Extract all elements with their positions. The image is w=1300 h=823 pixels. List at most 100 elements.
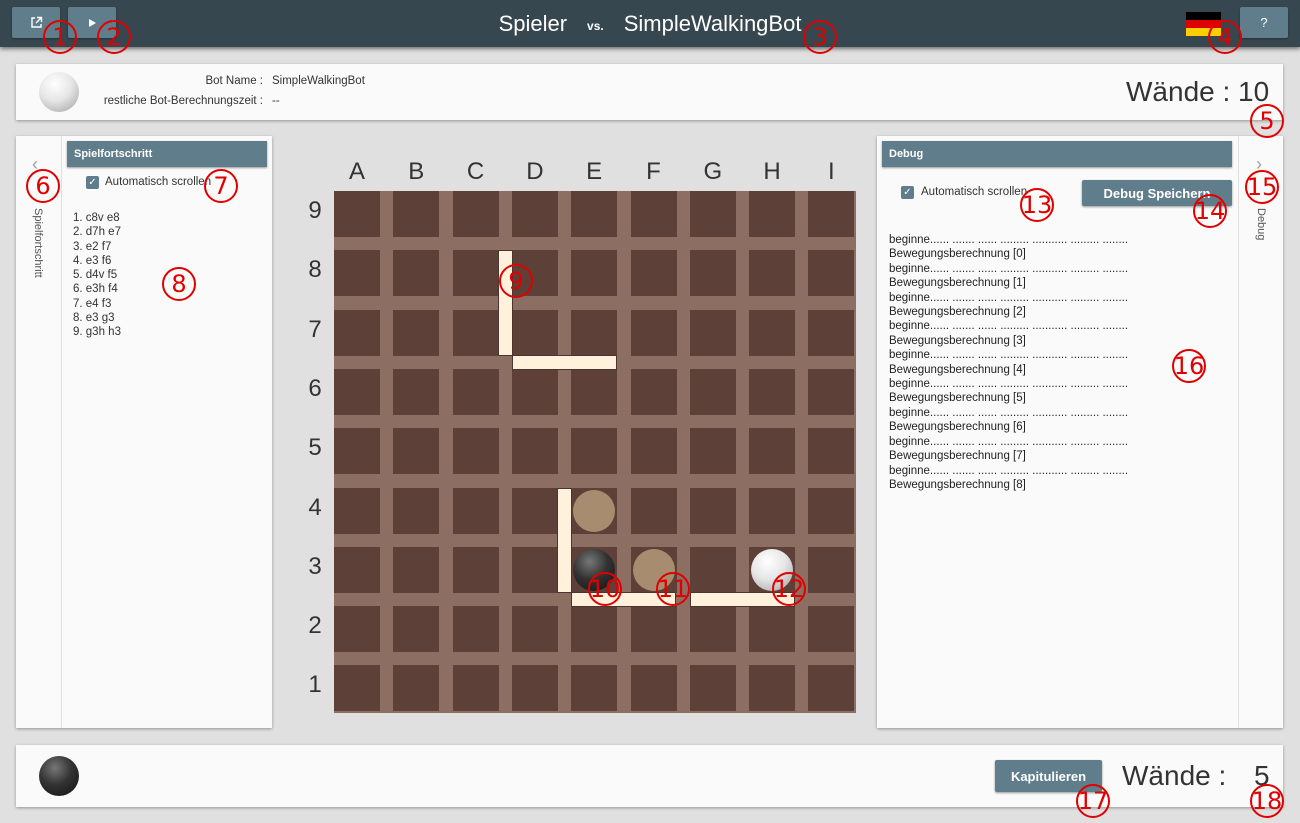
debug-log-line: Bewegungsberechnung [6] [889,421,1026,434]
board-cell-d3[interactable] [511,546,558,593]
board-cell-g9[interactable] [689,191,736,237]
wall-d7h [511,354,618,370]
board-cell-b8[interactable] [393,250,440,297]
board-cell-a8[interactable] [334,250,380,297]
board-cell-a3[interactable] [334,546,380,593]
board-cell-b4[interactable] [393,487,440,534]
board-cell-a1[interactable] [334,665,380,712]
board-cell-h5[interactable] [749,428,796,475]
board-cell-f5[interactable] [630,428,677,475]
debug-log-line: Bewegungsberechnung [0] [889,248,1026,261]
external-link-icon [30,16,42,28]
board-cell-f2[interactable] [630,606,677,653]
board-cell-i7[interactable] [808,309,855,356]
board-cell-f7[interactable] [630,309,677,356]
autoscroll-checkbox-right[interactable]: ✓ [901,186,914,199]
help-button[interactable]: ? [1240,7,1288,38]
board-cell-i8[interactable] [808,250,855,297]
progress-header: Spielfortschritt [67,141,267,167]
board-cell-e9[interactable] [571,191,618,237]
row-label-4: 4 [308,493,322,521]
board-cell-f8[interactable] [630,250,677,297]
board-cell-i5[interactable] [808,428,855,475]
board-cell-i6[interactable] [808,368,855,415]
board-cell-d1[interactable] [511,665,558,712]
row-label-5: 5 [308,434,322,462]
board-cell-h6[interactable] [749,368,796,415]
move-item: 9. g3h h3 [73,326,121,339]
board-cell-d5[interactable] [511,428,558,475]
board-cell-i9[interactable] [808,191,855,237]
board-cell-a4[interactable] [334,487,380,534]
board-cell-b5[interactable] [393,428,440,475]
board-cell-c9[interactable] [452,191,499,237]
autoscroll-label-right: Automatisch scrollen [921,186,1028,198]
board-cell-c5[interactable] [452,428,499,475]
board-cell-i1[interactable] [808,665,855,712]
board-cell-h9[interactable] [749,191,796,237]
board-cell-c3[interactable] [452,546,499,593]
board-cell-g7[interactable] [689,309,736,356]
board-cell-c2[interactable] [452,606,499,653]
board-cell-f6[interactable] [630,368,677,415]
board-cell-g8[interactable] [689,250,736,297]
board-cell-e5[interactable] [571,428,618,475]
debug-log-line: beginne...... ....... ...... ......... .… [889,378,1129,391]
board-cell-g5[interactable] [689,428,736,475]
board-cell-d9[interactable] [511,191,558,237]
board-cell-d4[interactable] [511,487,558,534]
board-cell-i3[interactable] [808,546,855,593]
board-cell-g2[interactable] [689,606,736,653]
board-cell-b3[interactable] [393,546,440,593]
board-cell-a6[interactable] [334,368,380,415]
game-board[interactable] [334,191,856,713]
board-cell-g4[interactable] [689,487,736,534]
autoscroll-checkbox-left[interactable]: ✓ [86,176,99,189]
board-cell-a2[interactable] [334,606,380,653]
board-cell-c1[interactable] [452,665,499,712]
board-cell-g6[interactable] [689,368,736,415]
board-cell-h7[interactable] [749,309,796,356]
possible-move-e4[interactable] [573,489,616,532]
move-item: 6. e3h f4 [73,283,118,296]
board-cell-a7[interactable] [334,309,380,356]
board-cell-c7[interactable] [452,309,499,356]
board-cell-i4[interactable] [808,487,855,534]
board-cell-c8[interactable] [452,250,499,297]
board-cell-h4[interactable] [749,487,796,534]
board-cell-e7[interactable] [571,309,618,356]
board-cell-f4[interactable] [630,487,677,534]
board-cell-b2[interactable] [393,606,440,653]
annotation-marker-3: 3 [803,20,837,54]
board-cell-g3[interactable] [689,546,736,593]
board-cell-h2[interactable] [749,606,796,653]
board-cell-f9[interactable] [630,191,677,237]
board-cell-a9[interactable] [334,191,380,237]
board-cell-e8[interactable] [571,250,618,297]
board-cell-e1[interactable] [571,665,618,712]
board-cell-b6[interactable] [393,368,440,415]
progress-panel-strip[interactable]: ‹ Spielfortschritt [16,136,62,728]
move-item: 5. d4v f5 [73,269,118,282]
debug-panel-strip[interactable]: › Debug [1238,136,1283,728]
progress-vertical-label: Spielfortschritt [32,208,44,278]
board-cell-b1[interactable] [393,665,440,712]
board-cell-g1[interactable] [689,665,736,712]
board-cell-d7[interactable] [511,309,558,356]
board-cell-e6[interactable] [571,368,618,415]
board-cell-c6[interactable] [452,368,499,415]
column-label-a: A [348,158,365,185]
board-cell-i2[interactable] [808,606,855,653]
board-cell-e2[interactable] [571,606,618,653]
board-cell-d6[interactable] [511,368,558,415]
board-cell-a5[interactable] [334,428,380,475]
board-cell-d2[interactable] [511,606,558,653]
board-cell-c4[interactable] [452,487,499,534]
board-cell-h1[interactable] [749,665,796,712]
annotation-marker-10: 10 [588,572,622,606]
bot-time-label: restliche Bot-Berechnungszeit : [103,95,263,107]
board-cell-f1[interactable] [630,665,677,712]
board-cell-h8[interactable] [749,250,796,297]
board-cell-b9[interactable] [393,191,440,237]
board-cell-b7[interactable] [393,309,440,356]
